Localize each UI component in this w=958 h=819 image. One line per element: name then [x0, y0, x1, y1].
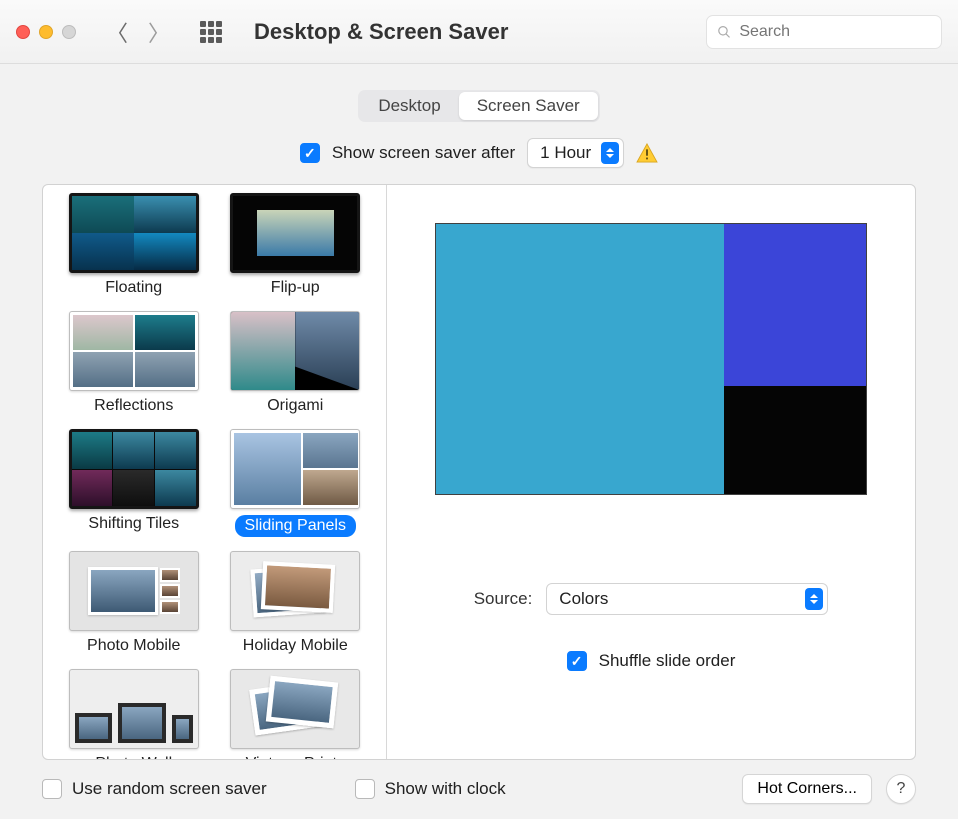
show-after-value: 1 Hour [540, 143, 591, 163]
tab-screen-saver[interactable]: Screen Saver [459, 92, 598, 120]
screensaver-item[interactable]: Holiday Mobile [215, 547, 377, 665]
search-input[interactable] [739, 23, 931, 41]
screensaver-item[interactable]: Flip-up [215, 189, 377, 307]
screensaver-item[interactable]: Sliding Panels [215, 425, 377, 547]
screensaver-thumbnail [69, 429, 199, 509]
show-with-clock-label: Show with clock [385, 779, 506, 799]
screensaver-label: Floating [105, 279, 162, 297]
toolbar: 〈 〉 Desktop & Screen Saver [0, 0, 958, 64]
screensaver-item[interactable]: Floating [53, 189, 215, 307]
screensaver-thumbnail [69, 551, 199, 631]
screensaver-thumbnail [69, 669, 199, 749]
screensaver-label: Origami [267, 397, 323, 415]
tabs: Desktop Screen Saver [358, 90, 599, 122]
screensaver-preview [435, 223, 867, 495]
source-label: Source: [474, 589, 533, 609]
show-screensaver-checkbox[interactable] [300, 143, 320, 163]
screensaver-item[interactable]: Photo Wall [53, 665, 215, 759]
screensaver-thumbnail [230, 429, 360, 509]
window-controls [16, 25, 76, 39]
screensaver-thumbnail [230, 669, 360, 749]
help-button[interactable]: ? [886, 774, 916, 804]
screensaver-item[interactable]: Reflections [53, 307, 215, 425]
screensaver-list[interactable]: Floating Flip-up Reflections Origami Shiftin… [43, 185, 387, 759]
screensaver-item[interactable]: Shifting Tiles [53, 425, 215, 547]
screensaver-thumbnail [69, 193, 199, 273]
preview-panel: Source: Colors Shuffle slide order [387, 185, 915, 759]
tab-desktop[interactable]: Desktop [360, 92, 458, 120]
show-screensaver-label: Show screen saver after [332, 143, 515, 163]
shuffle-checkbox[interactable] [567, 651, 587, 671]
show-with-clock-checkbox[interactable] [355, 779, 375, 799]
zoom-window-button[interactable] [62, 25, 76, 39]
close-window-button[interactable] [16, 25, 30, 39]
show-after-row: Show screen saver after 1 Hour [0, 132, 958, 184]
screensaver-label: Photo Mobile [87, 637, 180, 655]
forward-button: 〉 [148, 16, 170, 48]
screensaver-label: Sliding Panels [235, 515, 356, 537]
screensaver-label: Shifting Tiles [88, 515, 179, 533]
main-panel: Floating Flip-up Reflections Origami Shiftin… [42, 184, 916, 760]
show-all-prefs-button[interactable] [200, 21, 222, 43]
shuffle-label: Shuffle slide order [599, 651, 736, 671]
back-button[interactable]: 〈 [106, 16, 128, 48]
random-screensaver-label: Use random screen saver [72, 779, 267, 799]
screensaver-label: Holiday Mobile [243, 637, 348, 655]
screensaver-thumbnail [230, 193, 360, 273]
screensaver-label: Reflections [94, 397, 173, 415]
screensaver-thumbnail [69, 311, 199, 391]
screensaver-thumbnail [230, 311, 360, 391]
source-value: Colors [559, 589, 608, 609]
search-field[interactable] [706, 15, 942, 49]
hot-corners-button[interactable]: Hot Corners... [742, 774, 872, 804]
screensaver-label: Flip-up [271, 279, 320, 297]
screensaver-item[interactable]: Photo Mobile [53, 547, 215, 665]
stepper-icon [601, 142, 619, 164]
screensaver-thumbnail [230, 551, 360, 631]
window-title: Desktop & Screen Saver [254, 19, 508, 45]
tab-row: Desktop Screen Saver [0, 64, 958, 132]
screensaver-label: Vintage Prints [246, 755, 345, 759]
search-icon [717, 24, 731, 40]
screensaver-item[interactable]: Origami [215, 307, 377, 425]
random-screensaver-checkbox[interactable] [42, 779, 62, 799]
nav-arrows: 〈 〉 [106, 16, 170, 48]
minimize-window-button[interactable] [39, 25, 53, 39]
source-row: Source: Colors [427, 583, 875, 615]
show-after-popup[interactable]: 1 Hour [527, 138, 624, 168]
screensaver-label: Photo Wall [95, 755, 172, 759]
stepper-icon [805, 588, 823, 610]
shuffle-row: Shuffle slide order [567, 651, 736, 671]
warning-icon[interactable] [636, 143, 658, 163]
screensaver-item[interactable]: Vintage Prints [215, 665, 377, 759]
source-popup[interactable]: Colors [546, 583, 828, 615]
footer: Use random screen saver Show with clock … [0, 760, 958, 804]
